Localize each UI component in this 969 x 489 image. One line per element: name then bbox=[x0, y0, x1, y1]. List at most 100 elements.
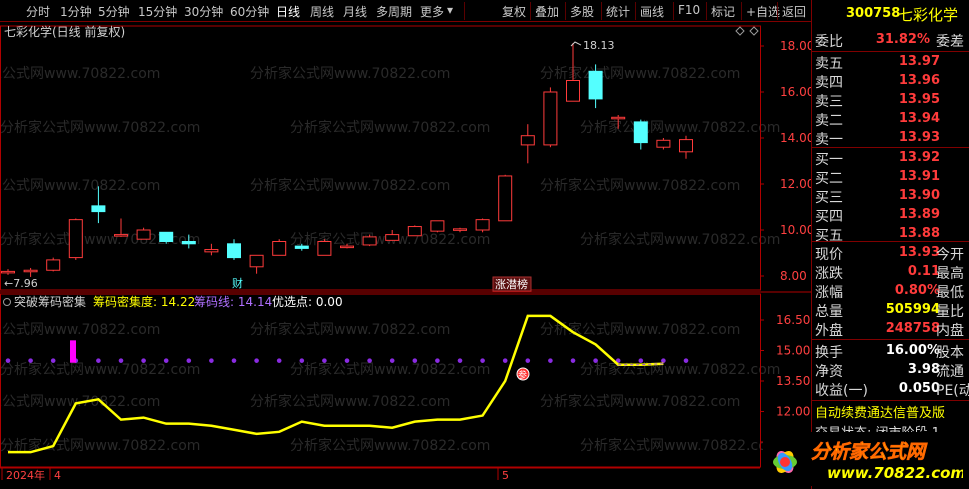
period-tab-10[interactable]: 更多 bbox=[420, 3, 444, 20]
period-tab-4[interactable]: 30分钟 bbox=[184, 3, 223, 20]
period-tab-2[interactable]: 5分钟 bbox=[98, 3, 130, 20]
weicha-label: 委差 bbox=[936, 34, 964, 50]
chip-dot bbox=[412, 358, 418, 363]
quote-label: 涨幅 bbox=[815, 285, 843, 301]
more-arrow-icon[interactable]: ▾ bbox=[447, 3, 453, 17]
watermark-text: 分析家公式网www.70822.com bbox=[250, 65, 450, 82]
candle-body bbox=[679, 139, 693, 153]
quote-value: 13.91 bbox=[898, 169, 940, 184]
quote-row: 买五 13.88 bbox=[812, 224, 969, 244]
candle[interactable] bbox=[249, 254, 264, 274]
candle[interactable] bbox=[656, 138, 671, 150]
quote-extra-label: 内盘 bbox=[936, 323, 964, 339]
stock-name: 七彩化学 bbox=[898, 6, 959, 24]
candle[interactable] bbox=[475, 218, 490, 233]
marquee-row: 自动续费通达信普及版 bbox=[812, 401, 969, 421]
candle[interactable] bbox=[114, 218, 128, 237]
chip-dot bbox=[593, 358, 598, 363]
chip-dot bbox=[344, 358, 350, 363]
period-tab-1[interactable]: 1分钟 bbox=[60, 3, 92, 20]
quote-extra-label: 最高 bbox=[936, 266, 964, 282]
candle-body bbox=[430, 220, 445, 232]
watermark-text: 分析家公式网www.70822.com bbox=[250, 321, 450, 338]
chip-dot bbox=[231, 358, 237, 363]
candle-body bbox=[317, 241, 332, 256]
tool-button-8[interactable]: 返回 bbox=[782, 3, 806, 20]
candle[interactable] bbox=[46, 257, 61, 272]
toolbar-divider bbox=[706, 2, 707, 20]
candle-body bbox=[543, 91, 558, 146]
candle[interactable] bbox=[679, 135, 693, 159]
period-tab-7[interactable]: 周线 bbox=[310, 3, 334, 20]
watermark-text: 分析家公式网www.70822.com bbox=[0, 65, 160, 82]
quote-row: 收益(一) 0.050 PE(动 bbox=[812, 379, 969, 399]
kline-chart[interactable]: 分析家公式网www.70822.com 分析家公式网www.70822.com 分析… bbox=[0, 22, 811, 489]
watermark-text: 分析家公式网www.70822.com bbox=[290, 361, 490, 378]
period-tab-5[interactable]: 60分钟 bbox=[230, 3, 269, 20]
candle[interactable] bbox=[543, 87, 558, 148]
candle[interactable] bbox=[227, 239, 241, 260]
quote-value: 0.80% bbox=[894, 283, 940, 298]
quote-value: 13.94 bbox=[898, 111, 940, 126]
candle[interactable] bbox=[317, 239, 332, 256]
candle-body bbox=[340, 245, 354, 249]
candle[interactable] bbox=[520, 124, 535, 164]
indicator-tick-label: 13.50 bbox=[776, 374, 810, 388]
watermark-text: 分析家公式网www.70822.com bbox=[290, 437, 490, 454]
tool-button-3[interactable]: 统计 bbox=[606, 3, 630, 20]
ztb-badge[interactable]: 涨潜榜 bbox=[495, 277, 528, 291]
tool-button-7[interactable]: +自选 bbox=[746, 3, 780, 20]
period-tab-3[interactable]: 15分钟 bbox=[138, 3, 177, 20]
candle-body bbox=[407, 226, 422, 237]
candle[interactable] bbox=[633, 119, 648, 150]
indicator-name: 突破筹码密集 bbox=[14, 294, 86, 309]
candle-body bbox=[385, 234, 400, 241]
signal-badge[interactable]: 参 bbox=[516, 367, 530, 381]
quote-row: 买四 13.89 bbox=[812, 205, 969, 225]
chip-dot bbox=[209, 358, 214, 363]
candle[interactable] bbox=[588, 64, 603, 109]
period-tab-8[interactable]: 月线 bbox=[343, 3, 367, 20]
quote-label: 卖五 bbox=[815, 56, 843, 72]
quote-row: 卖二 13.94 bbox=[812, 109, 969, 129]
candle[interactable] bbox=[1, 269, 15, 275]
candle[interactable] bbox=[430, 220, 445, 233]
chip-dot bbox=[276, 358, 282, 363]
quote-value: 13.92 bbox=[898, 150, 940, 165]
candle[interactable] bbox=[272, 239, 287, 256]
period-tab-9[interactable]: 多周期 bbox=[376, 3, 412, 20]
indicator-settings-icon[interactable] bbox=[3, 298, 11, 306]
candle[interactable] bbox=[68, 218, 83, 260]
chip-dot bbox=[299, 358, 305, 363]
quote-value: 505994 bbox=[885, 302, 940, 317]
site-logo: 分析家公式网 www.70822.com bbox=[763, 432, 963, 486]
chart-options-icon[interactable] bbox=[735, 26, 759, 36]
tool-button-4[interactable]: 画线 bbox=[640, 3, 664, 20]
watermark-text: 分析家公式网www.70822.com bbox=[250, 393, 450, 410]
toolbar-divider bbox=[673, 2, 674, 20]
low-label: ←7.96 bbox=[4, 277, 38, 290]
quote-extra-label: 流通 bbox=[936, 364, 964, 380]
candle-body bbox=[633, 121, 648, 144]
date-tick-label: 2024年 bbox=[6, 468, 45, 482]
chip-dot bbox=[435, 358, 440, 363]
tool-button-1[interactable]: 叠加 bbox=[535, 3, 559, 20]
candle[interactable] bbox=[23, 267, 38, 277]
candle[interactable] bbox=[136, 227, 151, 240]
period-tab-6[interactable]: 日线 bbox=[276, 3, 300, 20]
tool-button-2[interactable]: 多股 bbox=[570, 3, 594, 20]
candle[interactable] bbox=[407, 225, 422, 237]
tool-button-0[interactable]: 复权 bbox=[502, 3, 526, 20]
period-tab-0[interactable]: 分时 bbox=[26, 3, 50, 20]
quote-extra-label: 量比 bbox=[936, 304, 964, 320]
finance-badge[interactable]: 财 bbox=[232, 276, 243, 290]
quote-row: 总量 505994 量比 bbox=[812, 300, 969, 320]
candle[interactable] bbox=[498, 174, 513, 222]
chip-dot bbox=[457, 358, 463, 363]
chip-dot bbox=[118, 358, 124, 363]
candle[interactable] bbox=[204, 243, 219, 256]
indicator-axis: 16.5015.0013.5012.0010.50 bbox=[760, 313, 810, 449]
tool-button-6[interactable]: 标记 bbox=[711, 3, 735, 20]
tool-button-5[interactable]: F10 bbox=[678, 3, 700, 17]
price-tick-label: 8.00 bbox=[780, 269, 807, 283]
